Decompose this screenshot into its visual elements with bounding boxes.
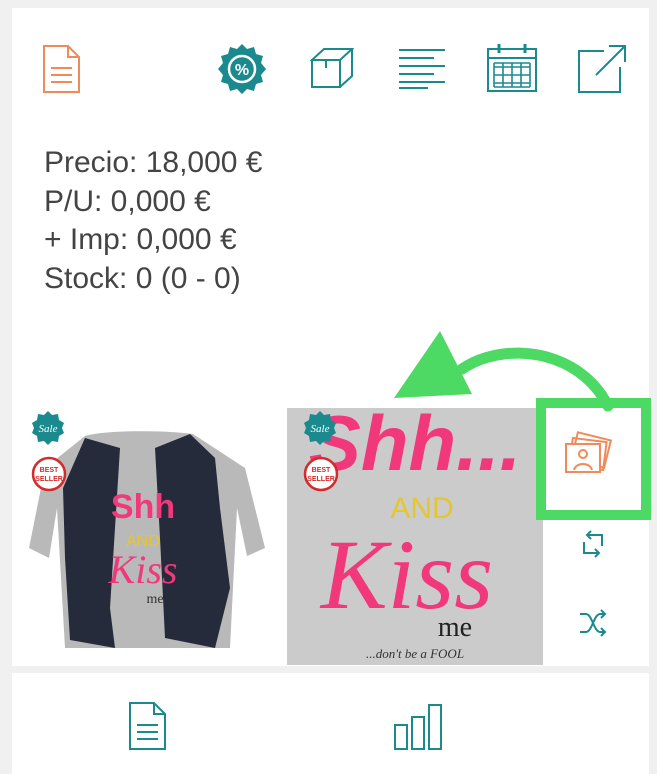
svg-text:...don't be a FOOL: ...don't be a FOOL	[366, 646, 464, 661]
discount-badge-icon[interactable]: %	[217, 43, 267, 95]
svg-text:SELLER: SELLER	[35, 476, 63, 483]
document-icon[interactable]	[42, 44, 82, 94]
side-actions	[536, 398, 651, 668]
svg-text:me: me	[438, 612, 472, 643]
bottom-nav-card	[12, 673, 649, 774]
svg-text:SELLER: SELLER	[307, 476, 335, 483]
svg-text:Kiss: Kiss	[108, 547, 178, 592]
sale-badge: Sale	[32, 411, 64, 445]
svg-text:Sale: Sale	[39, 423, 58, 435]
images-button[interactable]	[536, 398, 651, 520]
document-icon[interactable]	[128, 701, 168, 751]
unit-price-line: P/U: 0,000 €	[44, 184, 211, 218]
svg-text:Shh: Shh	[111, 488, 175, 526]
stock-line: Stock: 0 (0 - 0)	[44, 261, 241, 295]
svg-text:%: %	[235, 62, 249, 79]
price-line: Precio: 18,000 €	[44, 146, 263, 179]
best-seller-tag: BEST SELLER	[303, 456, 339, 492]
svg-text:BEST: BEST	[312, 467, 331, 474]
images-icon	[565, 431, 613, 473]
svg-text:me: me	[146, 592, 163, 607]
svg-text:Shh...: Shh...	[309, 408, 521, 487]
svg-text:Sale: Sale	[311, 423, 330, 435]
shirt-vest-image: Shh AND Kiss me	[15, 408, 271, 665]
calendar-icon[interactable]	[486, 43, 538, 93]
product-image-2[interactable]: Shh... AND Kiss me ...don't be a FOOL Sa…	[287, 399, 543, 665]
external-link-icon[interactable]	[576, 43, 628, 95]
tax-line: + Imp: 0,000 €	[44, 223, 237, 256]
sale-badge: Sale	[304, 411, 336, 445]
svg-text:BEST: BEST	[40, 467, 59, 474]
bar-chart-icon[interactable]	[393, 703, 443, 751]
box-icon[interactable]	[310, 46, 354, 90]
product-image-1[interactable]: Shh AND Kiss me Sale BEST SELLER	[15, 408, 271, 665]
swap-icon[interactable]	[578, 529, 608, 559]
list-icon[interactable]	[398, 47, 446, 89]
shuffle-icon[interactable]	[578, 609, 608, 637]
product-info: Precio: 18,000 € P/U: 0,000 € + Imp: 0,0…	[44, 144, 262, 298]
shirt-closeup-image: Shh... AND Kiss me ...don't be a FOOL	[287, 399, 543, 665]
best-seller-tag: BEST SELLER	[31, 456, 67, 492]
